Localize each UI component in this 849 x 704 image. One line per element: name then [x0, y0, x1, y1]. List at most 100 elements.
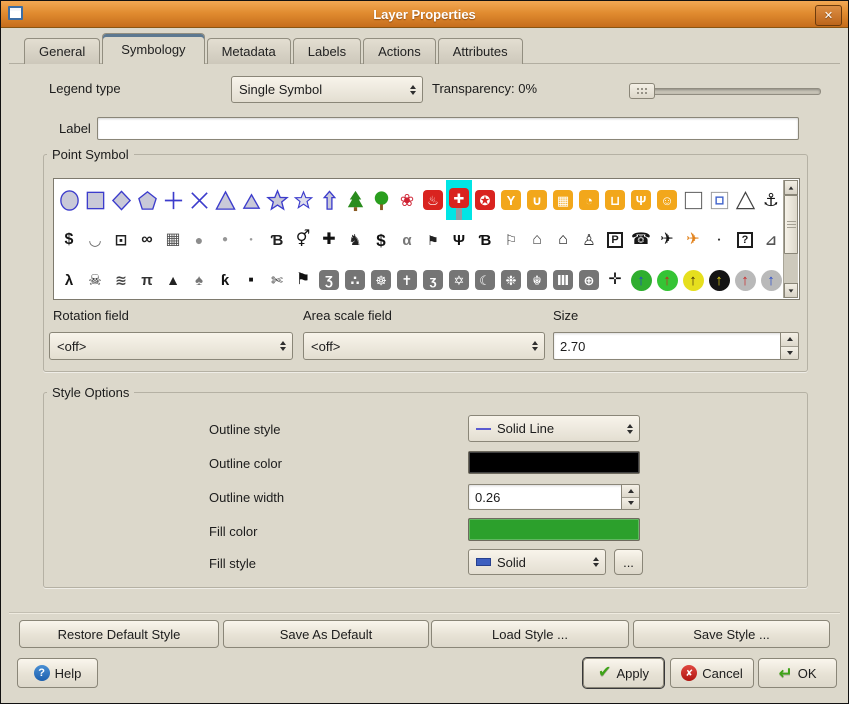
symbol-danger[interactable]: ☠ [82, 260, 108, 298]
symbol-equilateral-triangle[interactable] [238, 180, 264, 220]
symbol-arrow[interactable] [316, 180, 342, 220]
symbol-hospital[interactable]: ✚ [316, 220, 342, 260]
outline-color-button[interactable] [468, 451, 640, 474]
tab-actions[interactable]: Actions [363, 38, 436, 64]
symbol-marker-red-on-green[interactable]: ↑ [654, 260, 680, 298]
symbol-marker-blue-on-gray[interactable]: ↑ [758, 260, 782, 298]
symbol-flower[interactable]: ❀ [394, 180, 420, 220]
symbol-christianity[interactable]: ✝ [394, 260, 420, 298]
titlebar[interactable]: Layer Properties ✕ [1, 1, 848, 28]
symbol-worship[interactable]: Ʒ [316, 260, 342, 298]
symbol-ellipse[interactable]: ● [186, 220, 212, 260]
symbol-scrollbar[interactable] [783, 180, 798, 298]
symbol-islam[interactable]: ☾ [472, 260, 498, 298]
tab-labels[interactable]: Labels [293, 38, 361, 64]
fill-style-more-button[interactable]: ... [614, 549, 643, 575]
restore-default-style-button[interactable]: Restore Default Style [19, 620, 219, 648]
symbol-skiing[interactable]: λ [56, 260, 82, 298]
symbol-picnic[interactable]: π [134, 260, 160, 298]
symbol-airfield[interactable]: ✈ [680, 220, 706, 260]
symbol-buddhism[interactable]: ☸ [368, 260, 394, 298]
transparency-slider-groove[interactable] [629, 88, 821, 95]
outline-style-select[interactable]: Solid Line [468, 415, 640, 442]
symbol-fish[interactable]: α [394, 220, 420, 260]
symbol-cafe[interactable]: ∪ [524, 180, 550, 220]
symbol-globe[interactable]: ⊕ [576, 260, 602, 298]
symbol-marker-yellow-on-black[interactable]: ↑ [706, 260, 732, 298]
symbol-anchor[interactable]: ⚓ [758, 180, 782, 220]
symbol-marker-dark-on-yellow[interactable]: ↑ [680, 260, 706, 298]
symbol-small-ellipse[interactable]: ● [212, 220, 238, 260]
spin-up-icon[interactable] [622, 485, 639, 498]
symbol-building[interactable]: ▦ [160, 220, 186, 260]
symbol-regular-star[interactable] [290, 180, 316, 220]
symbol-camera[interactable]: ⊡ [108, 220, 134, 260]
symbol-cableway[interactable]: ✄ [264, 260, 290, 298]
symbol-blue-square[interactable] [706, 180, 732, 220]
symbol-open-triangle[interactable] [732, 180, 758, 220]
symbol-landmark[interactable]: ✪ [472, 180, 498, 220]
symbol-bank[interactable]: Ɓ [264, 220, 290, 260]
save-style-button[interactable]: Save Style ... [633, 620, 830, 648]
transparency-slider-handle[interactable] [629, 83, 655, 99]
symbol-marker-red-on-gray[interactable]: ↑ [732, 260, 758, 298]
symbol-sikhism[interactable]: ☬ [524, 260, 550, 298]
symbol-pentagon[interactable] [134, 180, 160, 220]
symbol-entertainment[interactable]: ☺ [654, 180, 680, 220]
rotation-field-select[interactable]: <off> [49, 332, 293, 360]
fill-style-select[interactable]: Solid [468, 549, 606, 575]
tab-metadata[interactable]: Metadata [207, 38, 291, 64]
symbol-list[interactable]: ❀♨✚✪Y∪▦◔⊔Ψ☺⚓$◡⊡∞▦●●●Ɓ⚥✚♞$α⚑ΨƁ⚐⌂⌂♙P☎✈✈●?⊿… [53, 178, 800, 300]
symbol-water-tower[interactable]: ♙ [576, 220, 602, 260]
spin-down-icon[interactable] [781, 347, 798, 360]
symbol-dollar[interactable]: $ [56, 220, 82, 260]
apply-button[interactable]: ✔ Apply [583, 658, 664, 688]
fill-color-button[interactable] [468, 518, 640, 541]
symbol-slipway[interactable]: ⊿ [758, 220, 782, 260]
symbol-star[interactable] [264, 180, 290, 220]
size-spinbox[interactable]: 2.70 [553, 332, 799, 360]
symbol-marker-blue-on-green[interactable]: ↑ [628, 260, 654, 298]
symbol-restaurant[interactable]: Ψ [628, 180, 654, 220]
symbol-golf[interactable]: ⚐ [498, 220, 524, 260]
symbol-small-square[interactable]: ■ [238, 260, 264, 298]
symbol-deer[interactable]: ♞ [342, 220, 368, 260]
scrollbar-thumb[interactable] [784, 195, 798, 254]
help-button[interactable]: ? Help [17, 658, 98, 688]
symbol-point[interactable]: ● [706, 220, 732, 260]
symbol-fuel[interactable]: Ɓ [472, 220, 498, 260]
tab-attributes[interactable]: Attributes [438, 38, 523, 64]
symbol-circle[interactable] [56, 180, 82, 220]
close-icon[interactable]: ✕ [815, 5, 842, 26]
symbol-park[interactable]: ♠ [186, 260, 212, 298]
symbol-trail[interactable]: ƙ [212, 260, 238, 298]
symbol-white-square[interactable] [680, 180, 706, 220]
symbol-dot[interactable]: ● [238, 220, 264, 260]
symbol-parking[interactable]: P [602, 220, 628, 260]
symbol-museum[interactable]: Ⅲ [550, 260, 576, 298]
symbol-tree[interactable] [368, 180, 394, 220]
symbol-bahai[interactable]: ❉ [498, 260, 524, 298]
save-as-default-button[interactable]: Save As Default [223, 620, 429, 648]
spin-buttons[interactable] [621, 485, 639, 509]
symbol-pine-tree[interactable] [342, 180, 368, 220]
symbol-pub[interactable]: ⊔ [602, 180, 628, 220]
spin-buttons[interactable] [780, 333, 798, 359]
outline-width-spinbox[interactable]: 0.26 [468, 484, 640, 510]
scroll-up-icon[interactable] [784, 180, 798, 195]
symbol-pizza[interactable]: ◔ [576, 180, 602, 220]
tab-symbology[interactable]: Symbology [102, 33, 204, 64]
symbol-fire[interactable]: ♨ [420, 180, 446, 220]
window-menu-icon[interactable] [8, 6, 23, 20]
symbol-food[interactable]: Ψ [446, 220, 472, 260]
spin-down-icon[interactable] [622, 498, 639, 510]
symbol-cocktail[interactable]: Y [498, 180, 524, 220]
symbol-judaism[interactable]: ✡ [446, 260, 472, 298]
symbol-cinema[interactable]: ▦ [550, 180, 576, 220]
symbol-currency[interactable]: $ [368, 220, 394, 260]
symbol-house[interactable]: ⌂ [524, 220, 550, 260]
legend-type-select[interactable]: Single Symbol [231, 76, 423, 103]
symbol-hinduism[interactable]: ʒ [420, 260, 446, 298]
load-style-button[interactable]: Load Style ... [431, 620, 629, 648]
symbol-flag[interactable]: ⚑ [290, 260, 316, 298]
